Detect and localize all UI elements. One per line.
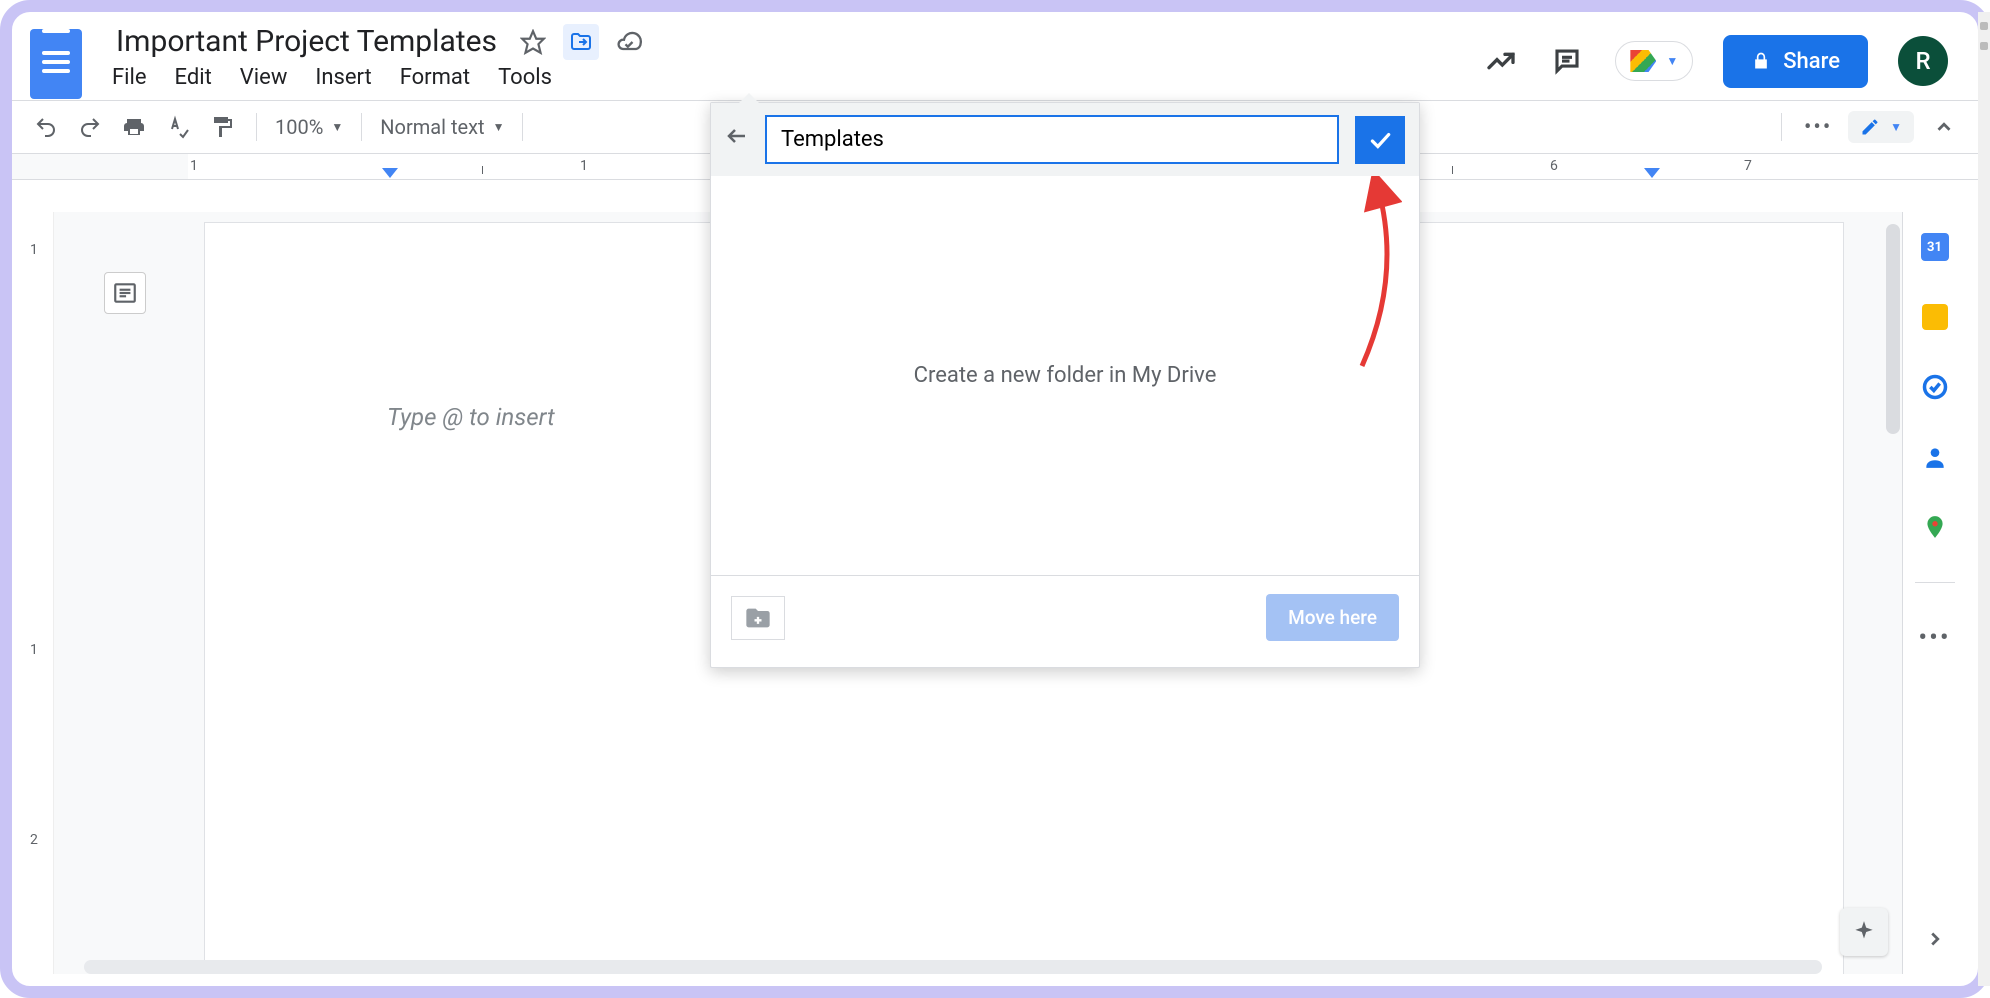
share-label: Share [1783, 49, 1840, 74]
spellcheck-button[interactable] [162, 111, 194, 143]
activity-icon[interactable] [1483, 43, 1519, 79]
share-button[interactable]: Share [1723, 35, 1868, 88]
redo-button[interactable] [74, 111, 106, 143]
move-popover: Create a new folder in My Drive Move her… [710, 102, 1420, 668]
scrollbar-vertical[interactable] [1886, 224, 1900, 434]
menu-edit[interactable]: Edit [175, 65, 212, 90]
menu-view[interactable]: View [240, 65, 288, 90]
title-row: Important Project Templates [110, 22, 643, 61]
docs-logo-icon[interactable] [30, 29, 82, 99]
star-icon[interactable] [519, 28, 547, 56]
meet-icon [1630, 50, 1656, 72]
more-button[interactable]: ••• [1802, 111, 1834, 143]
separator [256, 113, 257, 141]
print-button[interactable] [118, 111, 150, 143]
undo-button[interactable] [30, 111, 62, 143]
menu-insert[interactable]: Insert [315, 65, 371, 90]
contacts-icon[interactable] [1920, 442, 1950, 472]
confirm-folder-button[interactable] [1355, 116, 1405, 164]
comments-icon[interactable] [1549, 43, 1585, 79]
separator [361, 113, 362, 141]
zoom-value: 100% [275, 115, 323, 139]
side-panel-separator [1915, 582, 1955, 583]
calendar-icon[interactable]: 31 [1920, 232, 1950, 262]
keep-icon[interactable] [1920, 302, 1950, 332]
header-right: ▼ Share R [1483, 35, 1960, 88]
vruler-mark: 2 [30, 832, 38, 848]
style-value: Normal text [380, 115, 484, 139]
move-here-button[interactable]: Move here [1266, 594, 1399, 641]
menu-format[interactable]: Format [400, 65, 470, 90]
meet-button[interactable]: ▼ [1615, 41, 1693, 81]
new-folder-button[interactable] [731, 596, 785, 640]
scrollbar-horizontal[interactable] [84, 960, 1822, 974]
ruler-mark: 6 [1550, 158, 1558, 174]
cloud-status-icon[interactable] [615, 28, 643, 56]
tasks-icon[interactable] [1920, 372, 1950, 402]
back-button[interactable] [725, 124, 749, 155]
move-icon[interactable] [563, 24, 599, 60]
ruler-tick [482, 166, 483, 174]
document-title[interactable]: Important Project Templates [110, 22, 503, 61]
chevron-down-icon: ▼ [1666, 54, 1678, 68]
popover-header [711, 103, 1419, 176]
chevron-down-icon: ▼ [1890, 120, 1902, 134]
separator [1781, 113, 1782, 141]
explore-button[interactable] [1840, 908, 1888, 956]
outline-toggle-button[interactable] [104, 272, 146, 314]
indent-marker-icon[interactable] [382, 168, 398, 178]
ruler-mark: 1 [190, 158, 198, 174]
zoom-select[interactable]: 100% ▼ [275, 115, 343, 139]
chevron-down-icon: ▼ [493, 120, 505, 134]
account-avatar[interactable]: R [1898, 36, 1948, 86]
menu-file[interactable]: File [112, 65, 147, 90]
popover-hint-text: Create a new folder in My Drive [914, 363, 1217, 388]
popover-footer: Move here [711, 576, 1419, 667]
collapse-toolbar-button[interactable] [1928, 111, 1960, 143]
popover-body: Create a new folder in My Drive [711, 176, 1419, 576]
editing-mode-chip[interactable]: ▼ [1848, 111, 1914, 143]
addons-icon[interactable]: ••• [1920, 623, 1950, 653]
window-scrollbar[interactable] [1978, 12, 1990, 986]
side-panel: 31 ••• [1902, 212, 1966, 974]
style-select[interactable]: Normal text ▼ [380, 115, 504, 139]
vertical-ruler[interactable]: 1 1 2 [24, 212, 54, 974]
app-window: Important Project Templates File Edit Vi… [0, 0, 1990, 998]
ruler-tick [1452, 166, 1453, 174]
vruler-mark: 1 [30, 642, 38, 658]
header: Important Project Templates File Edit Vi… [12, 12, 1978, 100]
paint-format-button[interactable] [206, 111, 238, 143]
chevron-down-icon: ▼ [331, 120, 343, 134]
maps-icon[interactable] [1920, 512, 1950, 542]
insert-placeholder: Type @ to insert [387, 403, 555, 431]
folder-name-input[interactable] [765, 115, 1339, 164]
vruler-mark: 1 [30, 242, 38, 258]
separator [522, 113, 523, 141]
menu-tools[interactable]: Tools [498, 65, 552, 90]
toolbar-right: ••• ▼ [1775, 111, 1960, 143]
menu-bar: File Edit View Insert Format Tools [110, 61, 643, 100]
ruler-mark: 7 [1744, 158, 1752, 174]
right-indent-marker-icon[interactable] [1644, 168, 1660, 178]
ruler-margin [12, 154, 188, 179]
collapse-panel-icon[interactable] [1920, 924, 1950, 954]
ruler-mark: 1 [580, 158, 588, 174]
title-area: Important Project Templates File Edit Vi… [110, 22, 643, 100]
